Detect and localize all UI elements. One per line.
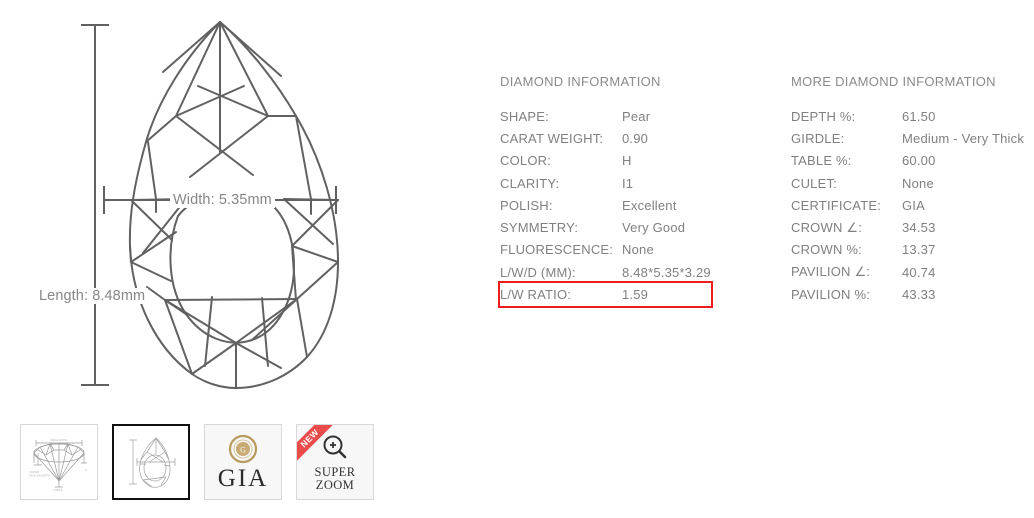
svg-text:CROWN: CROWN — [29, 470, 39, 474]
spec-label: PAVILION %: — [791, 287, 871, 303]
table-row: CROWN ∠: 34.53 — [791, 216, 1024, 238]
spec-label: CROWN ∠: — [791, 219, 863, 235]
spec-label: SYMMETRY: — [500, 220, 579, 236]
spec-label: CROWN %: — [791, 242, 862, 258]
spec-label: L/W RATIO: — [500, 287, 572, 303]
svg-text:GIRDLE: GIRDLE — [53, 488, 63, 492]
table-row: CERTIFICATE: GIA — [791, 194, 1024, 216]
spec-label: SHAPE: — [500, 108, 549, 124]
table-row: FLUORESCENCE: None — [500, 239, 711, 261]
table-row: CLARITY: I1 — [500, 172, 711, 194]
pear-outline-thumbnail[interactable] — [112, 424, 190, 500]
diamond-information-block: DIAMOND INFORMATION SHAPE: Pear CARAT WE… — [498, 74, 713, 308]
gia-seal-icon: G — [228, 434, 258, 463]
table-row: L/W/D (MM): 8.48*5.35*3.29 — [500, 261, 711, 283]
length-dimension-label: Length: 8.48mm — [36, 288, 149, 304]
spec-label: DEPTH %: — [791, 108, 856, 124]
spec-label: FLUORESCENCE: — [500, 242, 614, 258]
spec-label: CERTIFICATE: — [791, 197, 882, 213]
spec-value: 0.90 — [622, 130, 649, 146]
diamond-diagram-panel: Width: 5.35mm Length: 8.48mm — [0, 0, 470, 405]
super-zoom-label: SUPER ZOOM — [314, 464, 356, 492]
spec-label: CULET: — [791, 175, 837, 191]
thumbnail-strip: TABLE WIDTH CROWN PAVILION DEPTH GIRDLE … — [20, 424, 374, 500]
diamond-information-title: DIAMOND INFORMATION — [500, 74, 661, 89]
gia-label: GIA — [217, 464, 269, 492]
table-row: GIRDLE: Medium - Very Thick — [791, 127, 1024, 149]
lw-ratio-row-highlighted: L/W RATIO: 1.59 — [498, 281, 713, 308]
super-zoom-thumbnail[interactable]: NEW SUPER ZOOM — [296, 424, 374, 500]
table-row: TABLE %: 60.00 — [791, 150, 1024, 172]
magnifier-plus-icon — [323, 435, 347, 458]
spec-label: CLARITY: — [500, 175, 560, 191]
table-row: DEPTH %: 61.50 — [791, 105, 1024, 127]
spec-label: GIRDLE: — [791, 130, 845, 146]
spec-value: 60.00 — [902, 153, 936, 169]
table-row: SYMMETRY: Very Good — [500, 216, 711, 238]
spec-value: Medium - Very Thick — [902, 130, 1025, 146]
diamond-information-table: SHAPE: Pear CARAT WEIGHT: 0.90 COLOR: H … — [498, 105, 713, 308]
more-diamond-information-title: MORE DIAMOND INFORMATION — [791, 74, 996, 89]
spec-label: COLOR: — [500, 153, 552, 169]
table-row: CROWN %: 13.37 — [791, 239, 1024, 261]
width-dimension-label: Width: 5.35mm — [170, 192, 275, 208]
table-row: CARAT WEIGHT: 0.90 — [500, 127, 711, 149]
pear-outline-icon — [129, 437, 176, 488]
spec-label: TABLE %: — [791, 153, 852, 169]
spec-label: PAVILION ∠: — [791, 264, 871, 280]
spec-label: CARAT WEIGHT: — [500, 130, 604, 146]
gia-certificate-thumbnail[interactable]: G GIA — [204, 424, 282, 500]
spec-value: GIA — [902, 197, 925, 213]
svg-text:D: D — [85, 468, 87, 472]
spec-value: Very Good — [622, 220, 686, 236]
spec-value: 13.37 — [902, 242, 936, 258]
table-row: PAVILION %: 43.33 — [791, 283, 1024, 305]
more-diamond-information-table: DEPTH %: 61.50 GIRDLE: Medium - Very Thi… — [791, 105, 1024, 306]
spec-label: L/W/D (MM): — [500, 264, 576, 280]
more-diamond-information-block: MORE DIAMOND INFORMATION DEPTH %: 61.50 … — [791, 74, 1024, 306]
svg-text:TABLE WIDTH: TABLE WIDTH — [50, 438, 67, 442]
spec-value: Excellent — [622, 197, 677, 213]
spec-value: H — [622, 153, 632, 169]
spec-value: 34.53 — [902, 220, 936, 236]
spec-value: 43.33 — [902, 287, 936, 303]
spec-value: 61.50 — [902, 108, 936, 124]
spec-value: 40.74 — [902, 264, 936, 280]
spec-value: None — [902, 175, 934, 191]
spec-label: POLISH: — [500, 197, 553, 213]
table-row: COLOR: H — [500, 150, 711, 172]
diamond-profile-icon: TABLE WIDTH CROWN PAVILION DEPTH GIRDLE … — [29, 438, 87, 492]
spec-value: 1.59 — [622, 287, 649, 303]
spec-value: Pear — [622, 108, 651, 124]
table-row: CULET: None — [791, 172, 1024, 194]
svg-text:G: G — [240, 445, 246, 454]
spec-value: I1 — [622, 175, 634, 191]
diamond-profile-thumbnail[interactable]: TABLE WIDTH CROWN PAVILION DEPTH GIRDLE … — [20, 424, 98, 500]
spec-value: None — [622, 242, 654, 258]
table-row: PAVILION ∠: 40.74 — [791, 261, 1024, 283]
table-row: SHAPE: Pear — [500, 105, 711, 127]
svg-text:PAVILION DEPTH: PAVILION DEPTH — [29, 474, 50, 478]
table-row: POLISH: Excellent — [500, 194, 711, 216]
spec-value: 8.48*5.35*3.29 — [622, 264, 711, 280]
